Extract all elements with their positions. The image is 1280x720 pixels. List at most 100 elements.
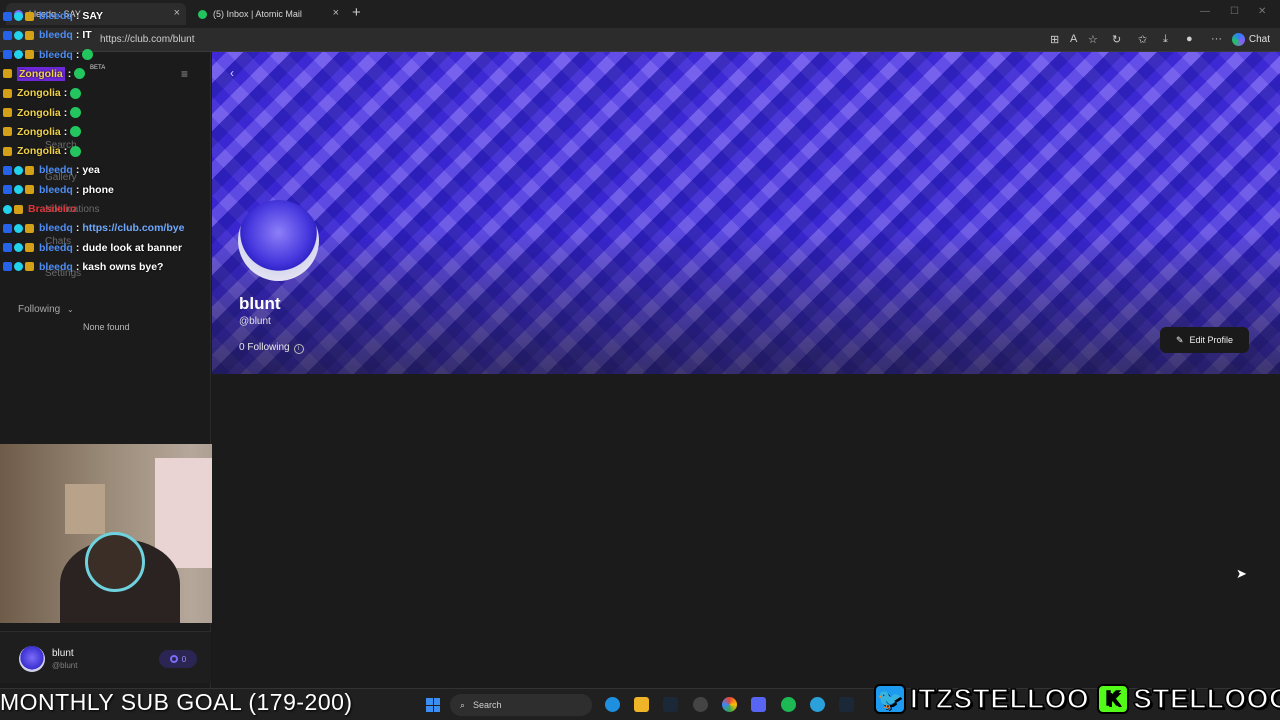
chat-username: bleedq bbox=[39, 222, 73, 235]
coin-balance[interactable]: 0 bbox=[159, 650, 197, 668]
telegram-icon[interactable] bbox=[810, 697, 825, 712]
chat-colon: : bbox=[75, 183, 80, 196]
more-icon[interactable]: ··· bbox=[1211, 33, 1222, 45]
chat-badge-icon bbox=[25, 185, 34, 195]
chat-username: Brasileiro bbox=[28, 203, 77, 215]
info-icon[interactable]: i bbox=[293, 344, 304, 354]
chat-colon: : bbox=[75, 29, 80, 42]
chat-badge-icon bbox=[25, 243, 34, 253]
avatar bbox=[19, 646, 45, 672]
chat-username: Zongolia bbox=[17, 125, 61, 138]
chat-label: Chat bbox=[1248, 34, 1270, 45]
chat-message: bleedq: phone bbox=[3, 181, 114, 199]
app-icon[interactable]: ⊞ bbox=[1050, 33, 1059, 46]
start-icon[interactable] bbox=[426, 698, 440, 712]
chat-badge-icon bbox=[14, 223, 23, 233]
chat-message: Zongolia: bbox=[3, 142, 83, 160]
chat-badge-icon bbox=[25, 262, 34, 272]
chat-badge-icon bbox=[3, 11, 12, 21]
read-aloud-icon[interactable]: A bbox=[1070, 33, 1077, 45]
chat-username: Zongolia bbox=[17, 66, 65, 81]
chat-badge-icon bbox=[3, 204, 12, 214]
chat-colon: : bbox=[67, 67, 72, 80]
kick-icon: K bbox=[1097, 684, 1130, 714]
edit-profile-button[interactable]: ✎ Edit Profile bbox=[1160, 327, 1249, 353]
pencil-icon: ✎ bbox=[1175, 334, 1184, 345]
chat-username: bleedq bbox=[39, 48, 73, 61]
chat-text: dude look at banner bbox=[82, 241, 183, 254]
chat-message: Zongolia: bbox=[3, 104, 83, 122]
chat-username: bleedq bbox=[39, 183, 73, 196]
close-window-icon[interactable]: ✕ bbox=[1258, 6, 1266, 17]
chat-colon: : bbox=[63, 87, 68, 100]
taskbar-search[interactable]: ⌕ Search bbox=[450, 694, 592, 716]
sub-goal-overlay: MONTHLY SUB GOAL (179-200) bbox=[0, 689, 353, 715]
chat-text: IT bbox=[82, 29, 92, 42]
chat-colon: : bbox=[75, 10, 80, 22]
chat-colon: : bbox=[63, 125, 68, 138]
spotify-icon[interactable] bbox=[781, 697, 796, 712]
chat-username: bleedq bbox=[39, 241, 73, 254]
new-tab-button[interactable]: + bbox=[352, 4, 361, 21]
following-label: Following bbox=[18, 304, 61, 315]
chat-colon: : bbox=[75, 48, 80, 61]
url-field[interactable]: https://club.com/blunt bbox=[100, 34, 195, 45]
chat-badge-icon bbox=[25, 223, 34, 233]
browser-tab-bar: bleedq : SAY × (5) Inbox | Atomic Mail ×… bbox=[0, 0, 1280, 28]
copilot-icon bbox=[1231, 33, 1245, 46]
kick-label: STELLOOO bbox=[1132, 682, 1280, 715]
favorites-icon[interactable]: ✩ bbox=[1138, 33, 1147, 46]
file-explorer-icon[interactable] bbox=[634, 697, 649, 712]
chat-colon: : bbox=[75, 222, 80, 235]
mouse-cursor-icon: ➤ bbox=[1236, 566, 1247, 581]
minimize-icon[interactable]: — bbox=[1200, 6, 1210, 17]
download-icon[interactable]: ⤓ bbox=[1163, 33, 1168, 46]
chat-username: bleedq bbox=[39, 10, 73, 22]
user-name: blunt bbox=[52, 648, 74, 659]
profile-handle: @blunt bbox=[239, 316, 271, 327]
chat-badge-icon bbox=[25, 11, 34, 21]
twitter-label: ITZSTELLOO bbox=[909, 682, 1090, 715]
chat-colon: : bbox=[75, 241, 80, 254]
user-card[interactable]: blunt @blunt 0 bbox=[0, 631, 211, 683]
discord-icon[interactable] bbox=[751, 697, 766, 712]
tab-favicon bbox=[198, 9, 207, 19]
following-count[interactable]: 0 Following i bbox=[239, 342, 304, 354]
beta-badge: BETA bbox=[90, 65, 106, 71]
chat-message: bleedq: yea bbox=[3, 161, 100, 179]
chat-message: bleedq: IT bbox=[3, 26, 92, 44]
following-dropdown[interactable]: Following ⌄ bbox=[18, 304, 74, 315]
chat-message: bleedq: https://club.com/bye bbox=[3, 219, 184, 237]
chat-colon: : bbox=[63, 106, 68, 119]
close-icon[interactable]: × bbox=[333, 7, 339, 19]
tab-inbox[interactable]: (5) Inbox | Atomic Mail × bbox=[190, 3, 345, 25]
favorite-star-icon[interactable]: ☆ bbox=[1088, 33, 1098, 46]
chat-badge-icon bbox=[3, 185, 12, 195]
chat-badge-icon bbox=[3, 146, 12, 156]
chat-badge-icon bbox=[3, 243, 12, 253]
chat-badge-icon bbox=[3, 69, 12, 79]
maximize-icon[interactable]: ☐ bbox=[1230, 6, 1239, 17]
chat-text[interactable]: https://club.com/bye bbox=[82, 222, 184, 234]
chat-username: bleedq bbox=[39, 260, 73, 273]
edge-icon[interactable] bbox=[605, 697, 620, 712]
chat-badge-icon bbox=[14, 262, 23, 272]
chrome-icon[interactable] bbox=[722, 697, 737, 712]
chat-badge-icon bbox=[14, 204, 23, 214]
user-handle: @blunt bbox=[52, 661, 78, 670]
chat-username: bleedq bbox=[39, 29, 73, 42]
chat-colon: : bbox=[75, 260, 80, 273]
twitter-handle: 🐦 ITZSTELLOO bbox=[874, 682, 1090, 715]
steam-icon[interactable] bbox=[839, 697, 854, 712]
chat-badge-icon bbox=[3, 88, 12, 98]
menu-icon[interactable]: ≡ bbox=[181, 67, 188, 81]
back-button[interactable]: ‹ bbox=[230, 66, 234, 80]
close-icon[interactable]: × bbox=[174, 7, 180, 19]
profile-avatar bbox=[238, 200, 319, 281]
obs-icon[interactable] bbox=[693, 697, 708, 712]
profile-icon[interactable]: ● bbox=[1186, 33, 1193, 45]
steam-icon[interactable] bbox=[663, 697, 678, 712]
refresh-icon[interactable]: ↻ bbox=[1112, 33, 1121, 46]
chat-button[interactable]: Chat bbox=[1231, 33, 1270, 46]
chat-badge-icon bbox=[14, 165, 23, 175]
